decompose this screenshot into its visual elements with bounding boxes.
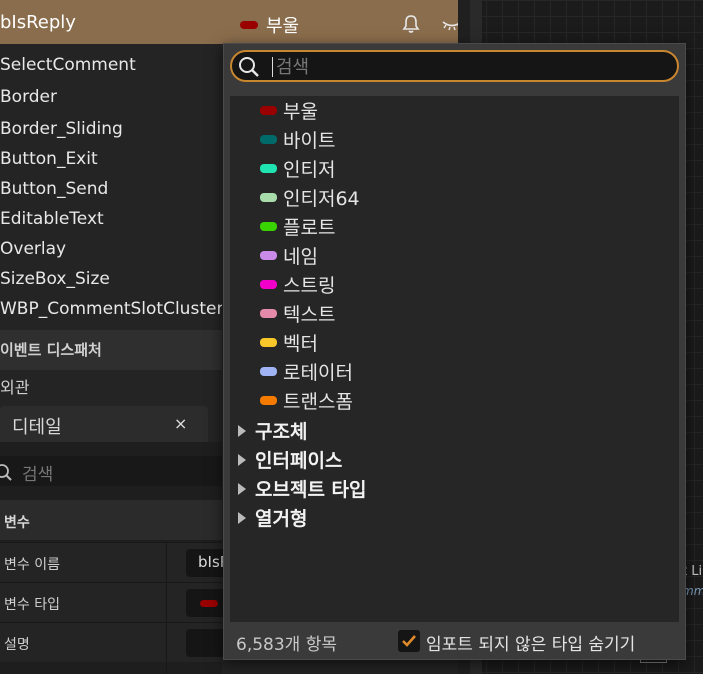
type-category[interactable]: 오브젝트 타입 <box>230 474 679 503</box>
type-label: 텍스트 <box>283 304 336 326</box>
type-color-swatch <box>260 193 277 202</box>
type-color-swatch <box>260 164 277 173</box>
hide-unloaded-checkbox[interactable] <box>398 630 420 652</box>
list-item[interactable]: Overlay <box>0 234 222 264</box>
type-item[interactable]: 플로트 <box>230 212 679 241</box>
category-label: 구조체 <box>255 421 308 443</box>
type-category[interactable]: 구조체 <box>230 416 679 445</box>
type-label: 플로트 <box>283 217 336 239</box>
type-color-swatch <box>260 280 277 289</box>
type-label: 부울 <box>283 101 318 123</box>
type-label: 트랜스폼 <box>283 391 353 413</box>
close-icon[interactable]: × <box>174 414 187 433</box>
category-label: 인터페이스 <box>255 450 343 472</box>
prop-row-variable-type: 변수 타입 <box>0 582 226 622</box>
search-icon <box>239 57 259 77</box>
list-item[interactable]: Border_Sliding <box>0 114 222 144</box>
prop-key: 변수 이름 <box>4 557 60 573</box>
type-list: 부울바이트인티저인티저64 플로트네임스트링텍스트벡터로테이터트랜스폼구조체인터페… <box>230 96 679 622</box>
text-caret <box>272 57 273 77</box>
type-item[interactable]: 트랜스폼 <box>230 386 679 415</box>
type-color-swatch <box>260 338 277 347</box>
prop-row-variable-name: 변수 이름 bIsR <box>0 542 230 582</box>
list-item[interactable]: Border <box>0 80 222 114</box>
expand-arrow-icon[interactable] <box>238 454 246 466</box>
list-item[interactable]: SizeBox_Size <box>0 264 222 294</box>
type-color-swatch <box>260 222 277 231</box>
tab-label: 디테일 <box>12 417 62 438</box>
popup-footer: 6,583개 항목 임포트 되지 않은 타입 숨기기 <box>224 624 685 659</box>
column-divider[interactable] <box>166 542 167 674</box>
variable-type: 부울 <box>266 16 300 37</box>
type-item[interactable]: 바이트 <box>230 125 679 154</box>
type-item[interactable]: 네임 <box>230 241 679 270</box>
type-category[interactable]: 인터페이스 <box>230 445 679 474</box>
check-icon <box>402 635 416 647</box>
list-item[interactable]: EditableText <box>0 204 222 234</box>
item-count: 6,583개 항목 <box>236 635 337 655</box>
bell-icon[interactable] <box>401 14 421 34</box>
variable-name: bIsReply <box>0 12 76 33</box>
expand-arrow-icon[interactable] <box>238 512 246 524</box>
prop-key: 변수 타입 <box>4 597 60 613</box>
type-color-swatch <box>260 135 277 144</box>
type-color-pill <box>200 600 218 607</box>
description-field[interactable] <box>186 629 226 657</box>
type-label: 네임 <box>283 246 318 268</box>
type-color-swatch <box>260 106 277 115</box>
type-item[interactable]: 인티저64 <box>230 183 679 212</box>
type-color-pill <box>240 21 258 29</box>
type-item[interactable]: 부울 <box>230 96 679 125</box>
hide-unloaded-label[interactable]: 임포트 되지 않은 타입 숨기기 <box>426 630 635 655</box>
type-item[interactable]: 로테이터 <box>230 357 679 386</box>
type-label: 인티저 <box>283 159 336 181</box>
type-search-input[interactable] <box>276 54 666 80</box>
type-label: 벡터 <box>283 333 318 355</box>
selected-variable-row[interactable]: bIsReply 부울 <box>0 0 470 44</box>
category-label: 오브젝트 타입 <box>255 479 367 501</box>
search-placeholder: 검색 <box>22 465 54 485</box>
category-label: 변수 <box>4 515 30 531</box>
tab-details[interactable]: 디테일 × <box>0 406 208 442</box>
list-item[interactable]: Button_Send <box>0 174 222 204</box>
variable-list: SelectComment Border Border_Sliding Butt… <box>0 50 222 324</box>
list-item[interactable]: WBP_CommentSlotCluster <box>0 294 222 324</box>
prop-row-description: 설명 <box>0 622 226 662</box>
expand-arrow-icon[interactable] <box>238 425 246 437</box>
expand-arrow-icon[interactable] <box>238 483 246 495</box>
type-label: 로테이터 <box>283 362 353 384</box>
type-label: 바이트 <box>283 130 336 152</box>
variable-name-field[interactable]: bIsR <box>186 549 230 577</box>
list-item[interactable]: SelectComment <box>0 50 222 80</box>
type-search-field[interactable] <box>230 50 679 82</box>
prop-key: 설명 <box>4 637 30 653</box>
type-color-swatch <box>260 367 277 376</box>
type-color-swatch <box>260 309 277 318</box>
type-color-swatch <box>260 396 277 405</box>
details-search[interactable]: 검색 <box>0 456 222 486</box>
type-label: 스트링 <box>283 275 336 297</box>
search-icon <box>0 464 12 481</box>
list-item[interactable]: Button_Exit <box>0 144 222 174</box>
type-item[interactable]: 벡터 <box>230 328 679 357</box>
section-event-dispatcher[interactable]: 이벤트 디스패처 <box>0 330 222 370</box>
type-label: 인티저64 <box>283 188 360 210</box>
type-color-swatch <box>260 251 277 260</box>
type-item[interactable]: 스트링 <box>230 270 679 299</box>
category-variable[interactable]: 변수 <box>0 500 222 540</box>
type-category[interactable]: 열거형 <box>230 503 679 532</box>
type-item[interactable]: 인티저 <box>230 154 679 183</box>
category-label: 열거형 <box>255 508 308 530</box>
type-picker-popup: 부울바이트인티저인티저64 플로트네임스트링텍스트벡터로테이터트랜스폼구조체인터페… <box>223 43 686 660</box>
section-appearance[interactable]: 외관 <box>0 374 222 398</box>
variable-type-dropdown[interactable] <box>186 589 226 617</box>
type-item[interactable]: 텍스트 <box>230 299 679 328</box>
